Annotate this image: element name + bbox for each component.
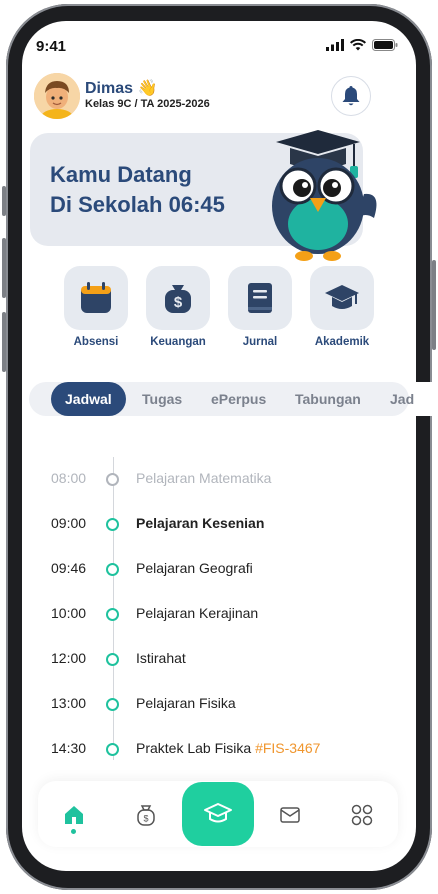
schedule-label: Pelajaran Kesenian [136,515,265,531]
mail-icon [280,807,300,823]
status-time: 9:41 [36,38,67,55]
svg-text:$: $ [174,294,183,311]
schedule-time: 08:00 [51,470,87,486]
schedule-code[interactable]: #FIS-3467 [255,740,320,756]
phone-side-button [2,186,6,216]
timeline-dot [106,608,119,621]
tab-tugas[interactable]: Tugas [142,382,182,416]
akademik-icon-box [310,266,374,330]
apps-grid-icon [351,804,373,826]
banner-line-2: Di Sekolah 06:45 [50,192,225,217]
nav-academic-button[interactable] [182,782,254,846]
timeline-dot [106,563,119,576]
owl-mascot-icon [272,130,377,261]
user-class: Kelas 9C / TA 2025-2026 [85,98,210,110]
phone-power-button [432,260,436,350]
menu-keuangan-label: Keuangan [150,336,206,348]
timeline-dot [106,743,119,756]
timeline-dot [106,698,119,711]
timeline-dot [106,518,119,531]
book-icon [248,283,272,313]
avatar[interactable] [34,73,80,119]
schedule-time: 13:00 [51,695,87,711]
schedule-label-text: Praktek Lab Fisika [136,740,252,756]
menu-jurnal[interactable]: Jurnal [228,266,292,348]
money-bag-icon: $ [165,285,191,313]
menu-akademik[interactable]: Akademik [310,266,374,348]
timeline-dot [106,653,119,666]
banner-text: Kamu Datang Di Sekolah 06:45 [50,160,250,220]
money-bag-icon: $ [137,805,155,826]
nav-messages[interactable] [277,802,303,828]
jurnal-icon-box [228,266,292,330]
schedule-label: Pelajaran Matematika [136,470,272,486]
menu-absensi-label: Absensi [73,336,119,348]
status-icons [326,39,398,51]
wifi-icon [350,39,366,51]
tab-bar-edge [416,382,438,416]
schedule-label: Pelajaran Kerajinan [136,605,259,621]
nav-more[interactable] [349,802,375,828]
schedule-time: 14:30 [51,740,87,756]
menu-absensi[interactable]: Absensi [64,266,128,348]
keuangan-icon-box: $ [146,266,210,330]
phone-volume-down [2,312,6,372]
menu-akademik-label: Akademik [314,336,370,348]
avatar-illustration [34,73,80,119]
menu-jurnal-label: Jurnal [242,336,278,348]
home-icon [65,806,83,824]
schedule-time: 12:00 [51,650,87,666]
battery-icon [372,39,398,51]
tab-eperpus[interactable]: ePerpus [211,382,266,416]
schedule-time: 09:00 [51,515,87,531]
signal-icon [326,39,344,51]
calendar-icon [81,282,111,313]
nav-finance[interactable]: $ [133,802,159,828]
schedule-label: Pelajaran Fisika [136,695,236,711]
nav-active-dot [71,829,76,834]
schedule-time: 10:00 [51,605,87,621]
schedule-label: Pelajaran Geografi [136,560,253,576]
banner-line-1: Kamu Datang [50,162,192,187]
nav-home[interactable] [61,802,87,828]
graduation-cap-icon [204,803,232,823]
tab-jadwal-overflow[interactable]: Jad [390,382,414,416]
schedule-label: Istirahat [136,650,186,666]
phone-volume-up [2,238,6,298]
timeline-dot [106,473,119,486]
tab-tabungan[interactable]: Tabungan [295,382,361,416]
schedule-label: Praktek Lab Fisika #FIS-3467 [136,740,320,756]
menu-keuangan[interactable]: $ Keuangan [146,266,210,348]
graduation-cap-icon [325,285,359,309]
tab-jadwal[interactable]: Jadwal [51,382,126,416]
bell-icon [342,86,360,106]
user-name: Dimas 👋 [85,80,158,97]
schedule-time: 09:46 [51,560,87,576]
svg-text:$: $ [143,814,148,824]
absensi-icon-box [64,266,128,330]
